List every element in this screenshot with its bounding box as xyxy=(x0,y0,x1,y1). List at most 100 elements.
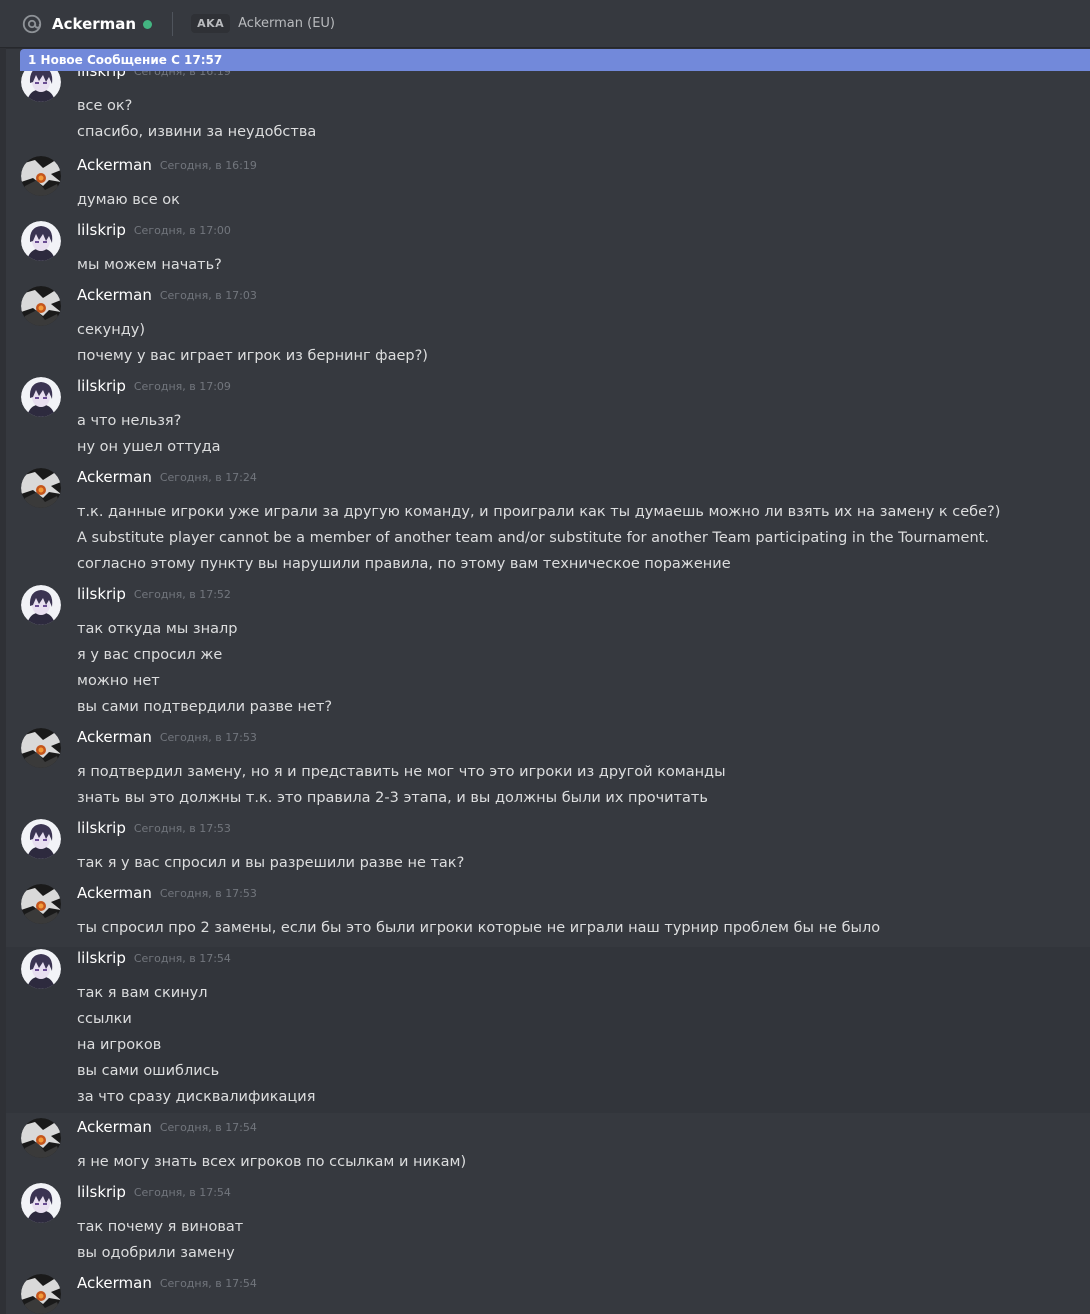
message-timestamp: Сегодня, в 17:00 xyxy=(133,223,231,237)
message-group[interactable]: lilskrip Сегодня, в 17:09 а что нельзя? ну … xyxy=(6,375,1090,463)
message-group[interactable]: lilskrip Сегодня, в 17:54 так я вам скинул… xyxy=(6,947,1090,1113)
new-messages-bar[interactable]: 1 Новое Сообщение С 17:57 xyxy=(20,49,1090,71)
message-text: спасибо, извини за неудобства xyxy=(77,124,317,140)
message-author[interactable]: Ackerman xyxy=(77,1118,152,1136)
message-group[interactable]: Ackerman Сегодня, в 17:53 ты спросил про 2… xyxy=(6,882,1090,944)
message-text: на игроков xyxy=(77,1037,162,1053)
message-header: Ackerman Сегодня, в 17:24 xyxy=(77,466,257,488)
dm-username[interactable]: Ackerman xyxy=(52,15,136,33)
message-group[interactable]: lilskrip Сегодня, в 17:54 так почему я вин… xyxy=(6,1181,1090,1269)
message-group[interactable]: Ackerman Сегодня, в 17:53 я подтвердил зам… xyxy=(6,726,1090,814)
message-timestamp: Сегодня, в 17:54 xyxy=(133,1185,231,1199)
message-group[interactable]: Ackerman Сегодня, в 17:54 потому что вы не… xyxy=(6,1272,1090,1314)
message-group[interactable]: lilskrip Сегодня, в 17:00 мы можем начать? xyxy=(6,219,1090,281)
message-text: все ок? xyxy=(77,98,133,114)
message-header: lilskrip Сегодня, в 17:53 xyxy=(77,817,231,839)
message-text: за что сразу дисквалификация xyxy=(77,1089,316,1105)
channel-header: Ackerman AKA Ackerman (EU) xyxy=(0,0,1090,48)
message-group[interactable]: lilskrip Сегодня, в 17:52 так откуда мы зн… xyxy=(6,583,1090,723)
message-timestamp: Сегодня, в 17:52 xyxy=(133,587,231,601)
aka-name: Ackerman (EU) xyxy=(238,16,336,31)
message-author[interactable]: lilskrip xyxy=(77,1183,126,1201)
message-author[interactable]: lilskrip xyxy=(77,819,126,837)
online-status-dot xyxy=(143,19,153,29)
message-text: я не могу знать всех игроков по ссылкам … xyxy=(77,1154,467,1170)
message-text: знать вы это должны т.к. это правила 2-3… xyxy=(77,790,708,806)
message-text: вы сами подтвердили разве нет? xyxy=(77,699,333,715)
message-header: lilskrip Сегодня, в 17:52 xyxy=(77,583,231,605)
message-text: т.к. данные игроки уже играли за другую … xyxy=(77,504,1001,520)
message-text: почему у вас играет игрок из бернинг фае… xyxy=(77,348,428,364)
message-text: ты спросил про 2 замены, если бы это был… xyxy=(77,920,881,936)
message-timestamp: Сегодня, в 17:53 xyxy=(159,730,257,744)
message-author[interactable]: Ackerman xyxy=(77,728,152,746)
avatar[interactable] xyxy=(21,1118,61,1158)
message-text: ну он ушел оттуда xyxy=(77,439,221,455)
message-text: так я вам скинул xyxy=(77,985,208,1001)
message-text: я у вас спросил же xyxy=(77,647,223,663)
message-header: Ackerman Сегодня, в 17:03 xyxy=(77,284,257,306)
message-header: lilskrip Сегодня, в 17:54 xyxy=(77,947,231,969)
avatar[interactable] xyxy=(21,949,61,989)
message-author[interactable]: lilskrip xyxy=(77,949,126,967)
avatar[interactable] xyxy=(21,286,61,326)
message-author[interactable]: Ackerman xyxy=(77,468,152,486)
message-author[interactable]: lilskrip xyxy=(77,377,126,395)
message-text: секунду) xyxy=(77,322,145,338)
message-group[interactable]: lilskrip Сегодня, в 16:19 все ок? спасибо, … xyxy=(6,60,1090,148)
message-group[interactable]: lilskrip Сегодня, в 17:53 так я у вас спро… xyxy=(6,817,1090,879)
message-header: Ackerman Сегодня, в 17:54 xyxy=(77,1272,257,1294)
message-text: так почему я виноват xyxy=(77,1219,244,1235)
message-group[interactable]: Ackerman Сегодня, в 17:24 т.к. данные игро… xyxy=(6,466,1090,580)
message-text: можно нет xyxy=(77,673,160,689)
message-timestamp: Сегодня, в 17:54 xyxy=(159,1276,257,1290)
message-header: Ackerman Сегодня, в 16:19 xyxy=(77,154,257,176)
message-list[interactable]: lilskrip Сегодня, в 16:19 все ок? спасибо, … xyxy=(6,48,1090,1314)
message-author[interactable]: lilskrip xyxy=(77,585,126,603)
message-text: ссылки xyxy=(77,1011,132,1027)
message-timestamp: Сегодня, в 17:24 xyxy=(159,470,257,484)
message-text: я подтвердил замену, но я и представить … xyxy=(77,764,726,780)
header-divider xyxy=(172,11,174,36)
message-group[interactable]: Ackerman Сегодня, в 17:03 секунду) почему у… xyxy=(6,284,1090,372)
message-header: lilskrip Сегодня, в 17:54 xyxy=(77,1181,231,1203)
message-header: Ackerman Сегодня, в 17:53 xyxy=(77,726,257,748)
message-group[interactable]: Ackerman Сегодня, в 17:54 я не могу знать … xyxy=(6,1116,1090,1178)
message-header: Ackerman Сегодня, в 17:54 xyxy=(77,1116,257,1138)
message-header: lilskrip Сегодня, в 17:00 xyxy=(77,219,231,241)
avatar[interactable] xyxy=(21,1274,61,1314)
message-text: потому что вы не знали правил турнира xyxy=(77,1306,387,1314)
avatar[interactable] xyxy=(21,468,61,508)
message-text: так откуда мы зналр xyxy=(77,621,238,637)
avatar[interactable] xyxy=(21,377,61,417)
message-author[interactable]: lilskrip xyxy=(77,221,126,239)
message-text: мы можем начать? xyxy=(77,257,222,273)
message-timestamp: Сегодня, в 17:54 xyxy=(133,951,231,965)
message-author[interactable]: Ackerman xyxy=(77,156,152,174)
avatar[interactable] xyxy=(21,1183,61,1223)
message-timestamp: Сегодня, в 17:53 xyxy=(133,821,231,835)
message-text: вы одобрили замену xyxy=(77,1245,235,1261)
avatar[interactable] xyxy=(21,728,61,768)
aka-badge: AKA xyxy=(191,14,231,33)
message-timestamp: Сегодня, в 16:19 xyxy=(159,158,257,172)
message-group[interactable]: Ackerman Сегодня, в 16:19 думаю все ок xyxy=(6,154,1090,216)
message-author[interactable]: Ackerman xyxy=(77,286,152,304)
message-author[interactable]: Ackerman xyxy=(77,1274,152,1292)
message-text: согласно этому пункту вы нарушили правил… xyxy=(77,556,731,572)
avatar[interactable] xyxy=(21,221,61,261)
message-header: lilskrip Сегодня, в 17:09 xyxy=(77,375,231,397)
avatar[interactable] xyxy=(21,819,61,859)
avatar[interactable] xyxy=(21,156,61,196)
message-text: A substitute player cannot be a member o… xyxy=(77,530,989,546)
message-timestamp: Сегодня, в 17:53 xyxy=(159,886,257,900)
message-timestamp: Сегодня, в 17:03 xyxy=(159,288,257,302)
message-timestamp: Сегодня, в 17:54 xyxy=(159,1120,257,1134)
message-header: Ackerman Сегодня, в 17:53 xyxy=(77,882,257,904)
message-author[interactable]: Ackerman xyxy=(77,884,152,902)
message-timestamp: Сегодня, в 17:09 xyxy=(133,379,231,393)
avatar[interactable] xyxy=(21,585,61,625)
at-icon xyxy=(21,13,43,35)
message-text: так я у вас спросил и вы разрешили разве… xyxy=(77,855,465,871)
avatar[interactable] xyxy=(21,884,61,924)
